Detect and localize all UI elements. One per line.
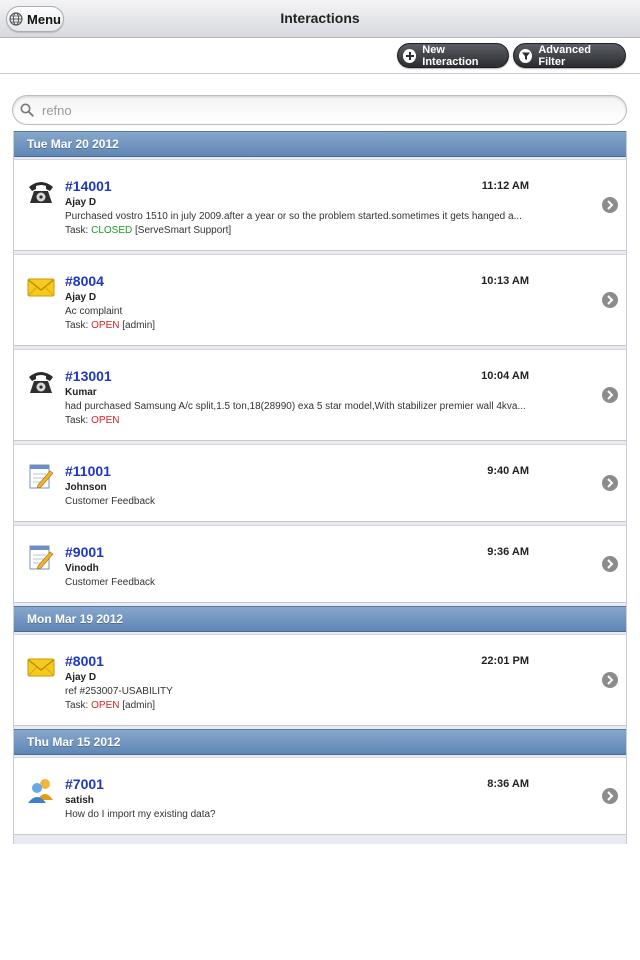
interaction-time: 9:40 AM	[487, 465, 529, 477]
note-icon	[26, 544, 56, 572]
filter-icon	[519, 48, 533, 63]
interaction-time: 10:04 AM	[481, 370, 529, 382]
advanced-filter-label: Advanced Filter	[538, 43, 591, 68]
interaction-description: Purchased vostro 1510 in july 2009.after…	[65, 211, 522, 222]
task-line: Task: OPEN [admin]	[65, 700, 155, 711]
interaction-time: 8:36 AM	[487, 778, 529, 790]
interaction-id: #13001	[65, 368, 112, 384]
interaction-id: #9001	[65, 544, 104, 560]
contact-name: Ajay D	[65, 292, 97, 303]
task-owner: [admin]	[119, 700, 156, 711]
chevron-right-icon[interactable]	[602, 672, 618, 688]
interaction-id: #8001	[65, 653, 104, 669]
toolbar: New Interaction Advanced Filter	[0, 38, 640, 74]
contact-name: Vinodh	[65, 563, 99, 574]
task-prefix: Task:	[65, 415, 92, 426]
chevron-right-icon[interactable]	[602, 475, 618, 491]
new-interaction-label: New Interaction	[422, 43, 479, 68]
task-status: OPEN	[91, 320, 120, 331]
interaction-time: 11:12 AM	[481, 180, 529, 192]
chevron-right-icon[interactable]	[602, 387, 618, 403]
advanced-filter-button[interactable]: Advanced Filter	[513, 43, 626, 68]
search-input[interactable]	[40, 101, 584, 119]
day-header: Thu Mar 15 2012	[14, 729, 626, 755]
day-header: Mon Mar 19 2012	[14, 606, 626, 632]
search-icon	[20, 103, 34, 117]
envelope-icon	[26, 653, 56, 681]
interaction-description: Customer Feedback	[65, 577, 156, 588]
interaction-row[interactable]: #7001 8:36 AM satish How do I import my exi…	[14, 757, 626, 835]
users-icon	[26, 776, 56, 804]
envelope-icon	[26, 273, 56, 301]
task-line: Task: OPEN	[65, 415, 119, 426]
interaction-row[interactable]: #8004 10:13 AM Ajay D Ac complaint Task: OPE…	[14, 254, 626, 346]
chevron-right-icon[interactable]	[602, 556, 618, 572]
contact-name: Kumar	[65, 387, 97, 398]
contact-name: Johnson	[65, 482, 107, 493]
chevron-right-icon[interactable]	[602, 292, 618, 308]
interaction-description: How do I import my existing data?	[65, 809, 216, 820]
interaction-row[interactable]: #14001 11:12 AM Ajay D Purchased vostro 151…	[14, 159, 626, 251]
interaction-description: ref #253007-USABILITY	[65, 686, 173, 697]
interaction-description: Customer Feedback	[65, 496, 156, 507]
interaction-id: #7001	[65, 776, 104, 792]
task-prefix: Task:	[65, 700, 92, 711]
interaction-time: 10:13 AM	[481, 275, 529, 287]
task-status: OPEN	[91, 700, 120, 711]
contact-name: Ajay D	[65, 672, 97, 683]
new-interaction-button[interactable]: New Interaction	[397, 43, 509, 68]
interaction-id: #8004	[65, 273, 104, 289]
chevron-right-icon[interactable]	[602, 197, 618, 213]
task-status: OPEN	[91, 415, 120, 426]
phone-icon	[26, 178, 56, 206]
task-line: Task: OPEN [admin]	[65, 320, 155, 331]
interaction-time: 22:01 PM	[481, 655, 529, 667]
top-bar: Menu Interactions	[0, 0, 640, 38]
task-status: CLOSED	[91, 225, 133, 236]
task-prefix: Task:	[65, 320, 92, 331]
contact-name: satish	[65, 795, 94, 806]
task-owner: [admin]	[119, 320, 156, 331]
phone-icon	[26, 368, 56, 396]
interaction-time: 9:36 AM	[487, 546, 529, 558]
day-header: Tue Mar 20 2012	[14, 131, 626, 157]
page-title: Interactions	[280, 10, 360, 26]
interaction-row[interactable]: #13001 10:04 AM Kumar had purchased Samsung…	[14, 349, 626, 441]
interaction-id: #14001	[65, 178, 112, 194]
plus-icon	[403, 48, 417, 63]
task-owner: [ServeSmart Support]	[132, 225, 232, 236]
search-bar	[12, 95, 627, 125]
task-line: Task: CLOSED [ServeSmart Support]	[65, 225, 231, 236]
interaction-description: had purchased Samsung A/c split,1.5 ton,…	[65, 401, 526, 412]
interaction-row[interactable]: #11001 9:40 AM Johnson Customer Feedback	[14, 444, 626, 522]
contact-name: Ajay D	[65, 197, 97, 208]
interaction-row[interactable]: #9001 9:36 AM Vinodh Customer Feedback	[14, 525, 626, 603]
interaction-row[interactable]: #8001 22:01 PM Ajay D ref #253007-USABILITY…	[14, 634, 626, 726]
interaction-description: Ac complaint	[65, 306, 123, 317]
task-prefix: Task:	[65, 225, 92, 236]
interaction-list: Tue Mar 20 2012 #14001 11:12 AM Ajay D Purch…	[13, 131, 627, 844]
interaction-id: #11001	[65, 463, 111, 479]
chevron-right-icon[interactable]	[602, 788, 618, 804]
note-icon	[26, 463, 56, 491]
